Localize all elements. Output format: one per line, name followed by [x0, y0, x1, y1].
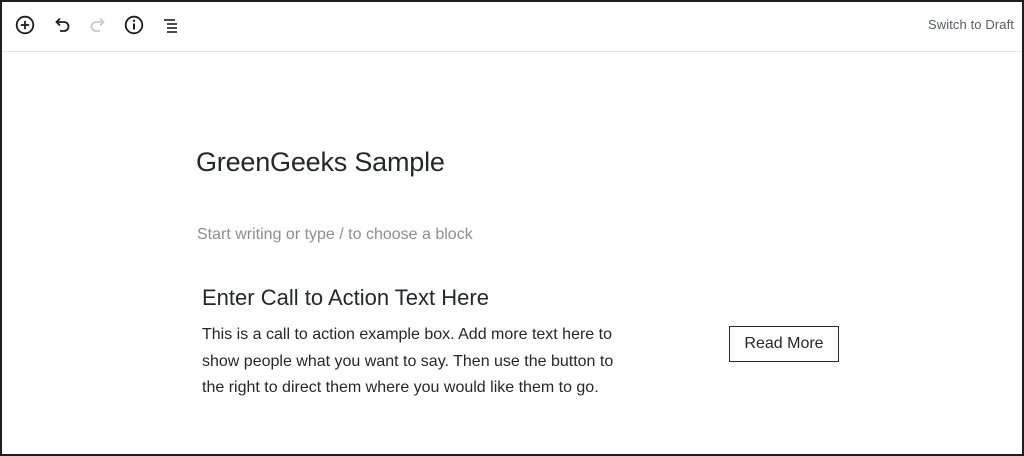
block-navigation-button[interactable]	[158, 12, 184, 38]
plus-circle-icon	[15, 15, 35, 35]
cta-text-line: the right to direct them where you would…	[202, 379, 599, 396]
cta-heading[interactable]: Enter Call to Action Text Here	[202, 285, 489, 311]
editor-toolbar: Switch to Draft	[2, 2, 1022, 52]
redo-icon	[90, 17, 105, 32]
redo-button[interactable]	[85, 12, 111, 38]
switch-to-draft-button[interactable]: Switch to Draft	[928, 17, 1014, 32]
block-navigation-icon	[164, 19, 177, 33]
read-more-button[interactable]: Read More	[729, 326, 839, 362]
cta-text-line: show people what you want to say. Then u…	[202, 352, 614, 370]
undo-icon	[55, 17, 70, 32]
undo-button[interactable]	[49, 12, 75, 38]
cta-body-text[interactable]: This is a call to action example box. Ad…	[202, 322, 652, 402]
content-info-button[interactable]	[121, 12, 147, 38]
block-appender-placeholder[interactable]: Start writing or type / to choose a bloc…	[197, 226, 473, 244]
cta-text-line: This is a call to action example box. Ad…	[202, 326, 612, 343]
editor-window: Switch to Draft GreenGeeks Sample Start …	[0, 0, 1024, 456]
post-title[interactable]: GreenGeeks Sample	[196, 147, 445, 178]
add-block-button[interactable]	[12, 12, 38, 38]
info-icon	[124, 15, 144, 35]
